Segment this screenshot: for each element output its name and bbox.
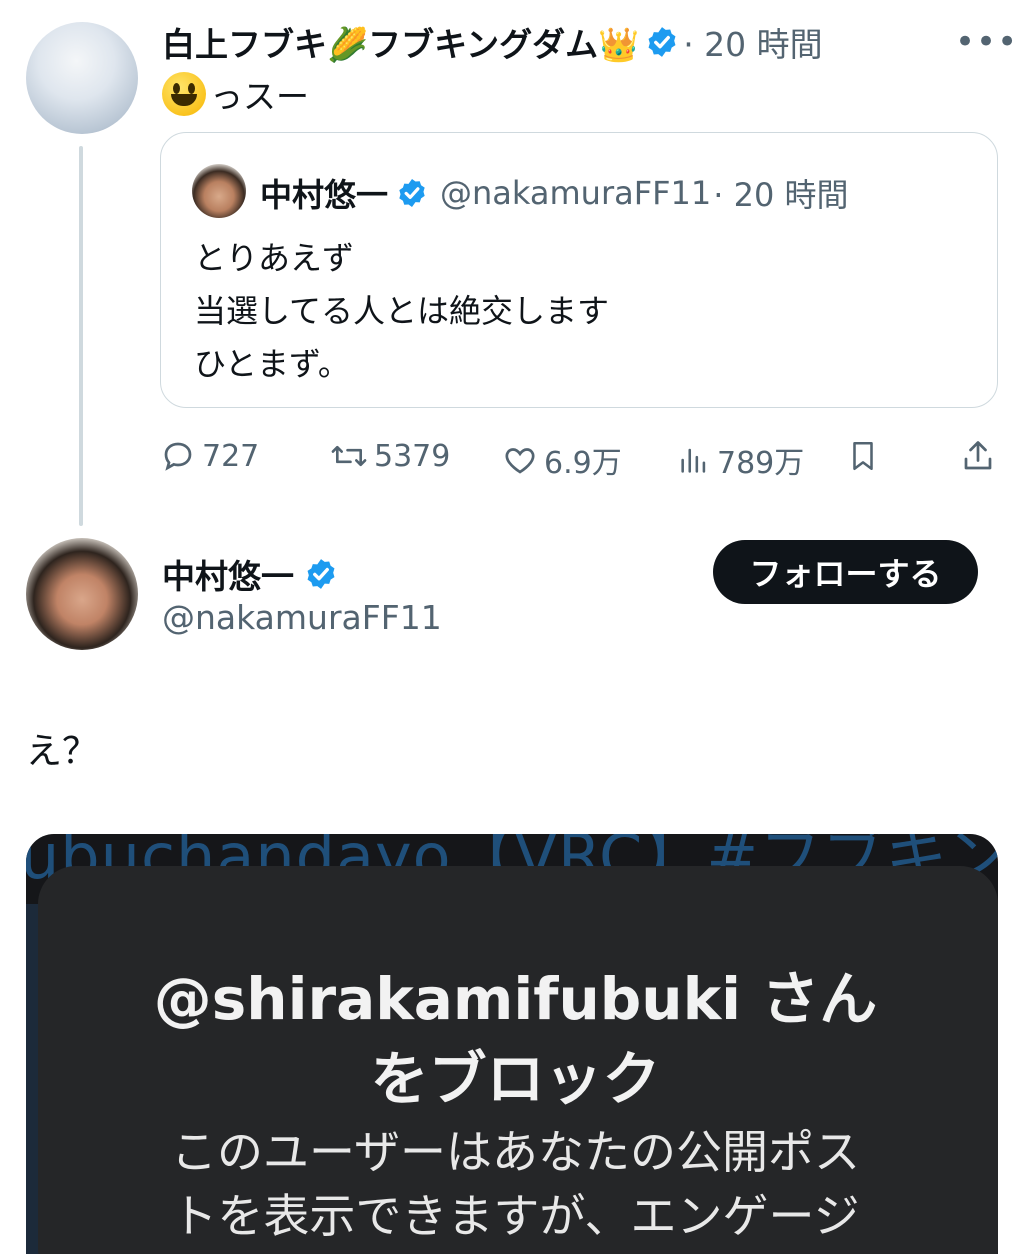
views-count: 789万 [717, 446, 805, 481]
smiley-face-icon [162, 72, 206, 116]
share-button[interactable] [960, 438, 996, 474]
profile-name-row: 中村悠一 [162, 550, 338, 598]
views-button[interactable]: 789万 [677, 438, 804, 482]
verified-badge-icon [307, 559, 335, 589]
follow-button[interactable]: フォローする [713, 540, 978, 604]
share-icon [964, 441, 992, 470]
tweet-media-image[interactable]: ubuchandayo【VRC】#フブキングダム @shirakamifubuk… [26, 834, 998, 1254]
heart-icon [505, 448, 535, 474]
block-dialog-body-line1: このユーザーはあなたの公開ポス [170, 1125, 861, 1179]
repost-button[interactable]: 5379 [330, 438, 450, 474]
main-tweet-text: え？ [26, 731, 99, 772]
views-chart-icon [681, 448, 706, 473]
quoted-tweet-time: · 20 時間 [713, 176, 849, 214]
reply-icon [164, 442, 192, 471]
block-dialog-title-line1: @shirakamifubuki さん [153, 965, 878, 1033]
bookmark-icon [853, 441, 873, 471]
more-dots-icon[interactable]: ••• [955, 22, 1018, 62]
bookmark-button[interactable] [846, 438, 880, 474]
verified-badge-icon [648, 27, 676, 57]
profile-handle[interactable]: @nakamuraFF11 [162, 598, 442, 637]
block-dialog: @shirakamifubuki さん をブロック このユーザーはあなたの公開ポ… [38, 866, 998, 1254]
quoted-author-handle: @nakamuraFF11 [440, 174, 712, 212]
verified-badge-icon [399, 179, 425, 207]
quoted-tweet-header: 中村悠一 @nakamuraFF11 · 20 時間 [260, 170, 848, 216]
quoting-tweet-text-content: っスー [210, 77, 309, 116]
block-dialog-title-line2: をブロック [370, 1045, 661, 1113]
tweet-action-bar: 727 5379 6.9万 789万 [160, 432, 1000, 482]
quoted-tweet-line: 当選してる人とは絶交します [194, 292, 610, 330]
quoted-author-name: 中村悠一 [260, 176, 389, 214]
quoted-author-avatar [192, 164, 246, 218]
nakamura-avatar[interactable] [26, 538, 138, 650]
profile-name[interactable]: 中村悠一 [162, 550, 294, 598]
reply-count: 727 [202, 438, 260, 474]
block-dialog-body-line2: トを表示できますが、エンゲージ [171, 1189, 860, 1243]
quoting-author-name[interactable]: 白上フブキ🌽フブキングダム👑 [162, 18, 639, 66]
fubuki-avatar[interactable] [26, 22, 138, 134]
like-button[interactable]: 6.9万 [502, 438, 622, 482]
quoting-tweet-time[interactable]: · 20 時間 [683, 18, 822, 66]
repost-icon [331, 445, 367, 467]
like-count: 6.9万 [544, 446, 622, 481]
repost-count: 5379 [374, 438, 451, 474]
quoting-tweet-header: 白上フブキ🌽フブキングダム👑 · 20 時間 [162, 18, 823, 66]
quoted-tweet-line: とりあえず [194, 239, 355, 277]
quoted-tweet-body: とりあえず 当選してる人とは絶交します ひとまず。 [194, 232, 609, 391]
thread-connector-line [79, 146, 83, 526]
quoted-tweet-line: ひとまず。 [194, 345, 350, 383]
quoting-tweet-text: っスー [162, 70, 309, 118]
reply-button[interactable]: 727 [160, 438, 259, 474]
